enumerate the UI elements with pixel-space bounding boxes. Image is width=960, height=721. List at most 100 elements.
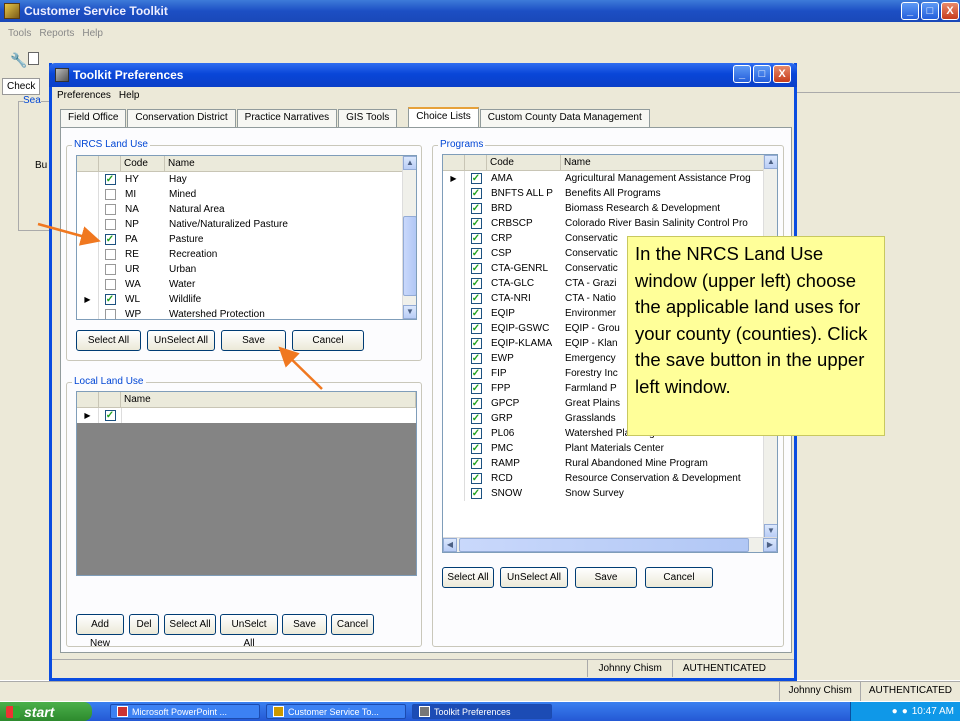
tools-icon[interactable]: 🔧 (10, 52, 27, 69)
local-unselect-all-button[interactable]: UnSelct All (220, 614, 278, 649)
table-row[interactable]: ✓ HY Hay (77, 172, 416, 187)
task-toolkit-preferences[interactable]: Toolkit Preferences (412, 704, 552, 719)
table-row[interactable]: ✓ RCD Resource Conservation & Development (443, 471, 777, 486)
table-row[interactable]: NA Natural Area (77, 202, 416, 217)
scroll-thumb[interactable] (403, 216, 416, 296)
menu-dialog-help[interactable]: Help (119, 90, 140, 102)
network-icon[interactable]: ● (892, 706, 898, 717)
hscroll-thumb[interactable] (459, 538, 749, 552)
local-row-checkbox[interactable]: ✓ (104, 410, 116, 421)
nrcs-name-header[interactable]: Name (165, 156, 416, 171)
program-checkbox[interactable]: ✓ (470, 443, 482, 454)
tab-choice-lists[interactable]: Choice Lists (408, 107, 479, 127)
volume-icon[interactable]: ● (902, 706, 908, 717)
table-row[interactable]: NP Native/Naturalized Pasture (77, 217, 416, 232)
nrcs-save-button[interactable]: Save (221, 330, 286, 351)
main-maximize-button[interactable]: □ (921, 2, 939, 20)
table-row[interactable]: ✓ CRBSCP Colorado River Basin Salinity Con… (443, 216, 777, 231)
nrcs-select-all-button[interactable]: Select All (76, 330, 141, 351)
tab-practice-narratives[interactable]: Practice Narratives (236, 109, 338, 127)
table-row[interactable]: ✓ RAMP Rural Abandoned Mine Program (443, 456, 777, 471)
land-use-checkbox[interactable] (104, 249, 116, 260)
program-checkbox[interactable]: ✓ (470, 383, 482, 394)
program-checkbox[interactable]: ✓ (470, 473, 482, 484)
land-use-checkbox[interactable] (104, 189, 116, 200)
local-del-button[interactable]: Del (129, 614, 159, 635)
program-checkbox[interactable]: ✓ (470, 248, 482, 259)
land-use-checkbox[interactable] (104, 264, 116, 275)
programs-select-all-button[interactable]: Select All (442, 567, 494, 588)
table-row[interactable]: ▶ ✓ AMA Agricultural Management Assistance … (443, 171, 777, 186)
program-checkbox[interactable]: ✓ (470, 203, 482, 214)
local-cancel-button[interactable]: Cancel (331, 614, 374, 635)
start-button[interactable]: start (0, 702, 92, 721)
dialog-minimize-button[interactable]: _ (733, 65, 751, 83)
scroll-down-icon[interactable]: ▼ (764, 524, 777, 538)
program-checkbox[interactable]: ✓ (470, 368, 482, 379)
program-checkbox[interactable]: ✓ (470, 338, 482, 349)
task-powerpoint[interactable]: Microsoft PowerPoint ... (110, 704, 260, 719)
main-close-button[interactable]: X (941, 2, 959, 20)
program-checkbox[interactable]: ✓ (470, 428, 482, 439)
local-new-row[interactable]: ▶ ✓ (77, 408, 416, 423)
programs-hscrollbar[interactable]: ◀ ▶ (443, 537, 777, 552)
table-row[interactable]: ✓ SNOW Snow Survey (443, 486, 777, 501)
programs-unselect-all-button[interactable]: UnSelect All (500, 567, 568, 588)
table-row[interactable]: RE Recreation (77, 247, 416, 262)
scroll-right-icon[interactable]: ▶ (763, 538, 777, 552)
nrcs-cancel-button[interactable]: Cancel (292, 330, 364, 351)
land-use-checkbox[interactable]: ✓ (104, 174, 116, 185)
table-row[interactable]: ✓ BNFTS ALL P Benefits All Programs (443, 186, 777, 201)
nrcs-unselect-all-button[interactable]: UnSelect All (147, 330, 215, 351)
menu-preferences[interactable]: Preferences (57, 90, 111, 102)
program-checkbox[interactable]: ✓ (470, 173, 482, 184)
scroll-up-icon[interactable]: ▲ (764, 155, 777, 169)
table-row[interactable]: ✓ PA Pasture (77, 232, 416, 247)
program-checkbox[interactable]: ✓ (470, 353, 482, 364)
tab-conservation-district[interactable]: Conservation District (127, 109, 236, 127)
dialog-maximize-button[interactable]: □ (753, 65, 771, 83)
program-checkbox[interactable]: ✓ (470, 488, 482, 499)
program-checkbox[interactable]: ✓ (470, 293, 482, 304)
scroll-left-icon[interactable]: ◀ (443, 538, 457, 552)
scroll-up-icon[interactable]: ▲ (403, 156, 416, 170)
land-use-checkbox[interactable]: ✓ (104, 234, 116, 245)
program-checkbox[interactable]: ✓ (470, 218, 482, 229)
menu-reports[interactable]: Reports (39, 28, 74, 39)
new-document-icon[interactable] (28, 52, 39, 65)
main-minimize-button[interactable]: _ (901, 2, 919, 20)
menu-tools[interactable]: Tools (8, 28, 31, 39)
local-add-new-button[interactable]: Add New (76, 614, 124, 649)
tab-custom-county-data[interactable]: Custom County Data Management (479, 109, 650, 127)
program-checkbox[interactable]: ✓ (470, 263, 482, 274)
scroll-down-icon[interactable]: ▼ (403, 305, 416, 319)
program-checkbox[interactable]: ✓ (470, 458, 482, 469)
programs-name-header[interactable]: Name (561, 155, 777, 170)
bg-tab-check[interactable]: Check (2, 78, 41, 95)
land-use-checkbox[interactable] (104, 309, 116, 319)
program-checkbox[interactable]: ✓ (470, 323, 482, 334)
program-checkbox[interactable]: ✓ (470, 188, 482, 199)
table-row[interactable]: ▶ ✓ WL Wildlife (77, 292, 416, 307)
table-row[interactable]: WP Watershed Protection (77, 307, 416, 319)
programs-cancel-button[interactable]: Cancel (645, 567, 713, 588)
nrcs-code-header[interactable]: Code (121, 156, 165, 171)
land-use-checkbox[interactable] (104, 219, 116, 230)
table-row[interactable]: ✓ BRD Biomass Research & Development (443, 201, 777, 216)
land-use-checkbox[interactable] (104, 204, 116, 215)
dialog-close-button[interactable]: X (773, 65, 791, 83)
local-name-header[interactable]: Name (121, 392, 416, 407)
program-checkbox[interactable]: ✓ (470, 398, 482, 409)
programs-save-button[interactable]: Save (575, 567, 637, 588)
program-checkbox[interactable]: ✓ (470, 233, 482, 244)
table-row[interactable]: ✓ PMC Plant Materials Center (443, 441, 777, 456)
table-row[interactable]: WA Water (77, 277, 416, 292)
tab-gis-tools[interactable]: GIS Tools (338, 109, 398, 127)
program-checkbox[interactable]: ✓ (470, 308, 482, 319)
program-checkbox[interactable]: ✓ (470, 413, 482, 424)
table-row[interactable]: UR Urban (77, 262, 416, 277)
land-use-checkbox[interactable]: ✓ (104, 294, 116, 305)
task-customer-service[interactable]: Customer Service To... (266, 704, 406, 719)
local-select-all-button[interactable]: Select All (164, 614, 216, 635)
land-use-checkbox[interactable] (104, 279, 116, 290)
